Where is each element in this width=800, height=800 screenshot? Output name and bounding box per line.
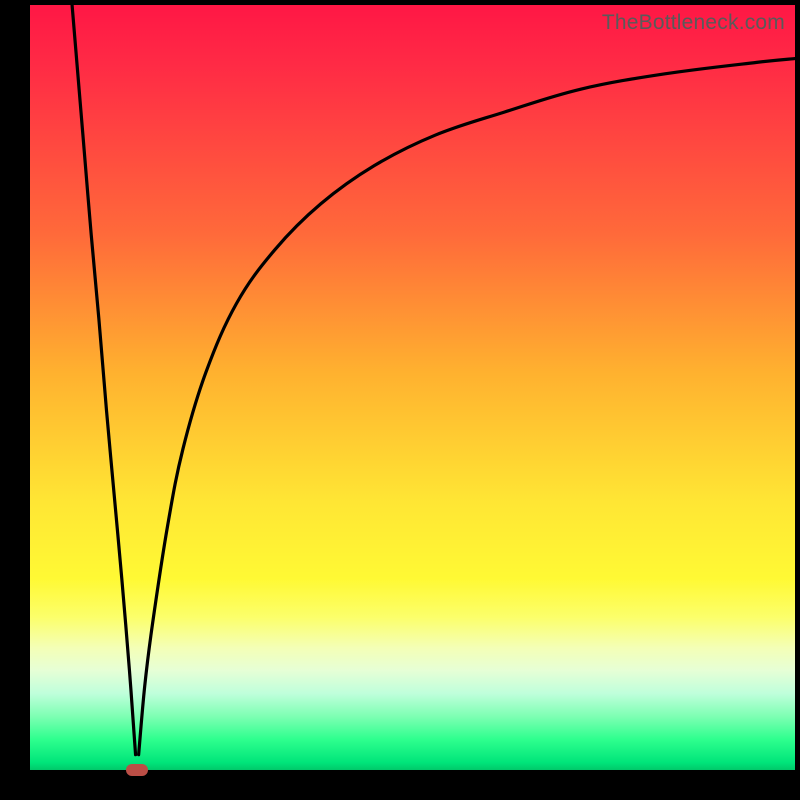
bottleneck-curve — [30, 5, 795, 770]
curve-left-branch — [72, 5, 135, 755]
chart-frame: TheBottleneck.com — [0, 0, 800, 800]
curve-right-branch — [139, 59, 795, 755]
chart-plot-area: TheBottleneck.com — [30, 5, 795, 770]
optimum-marker — [126, 764, 148, 776]
